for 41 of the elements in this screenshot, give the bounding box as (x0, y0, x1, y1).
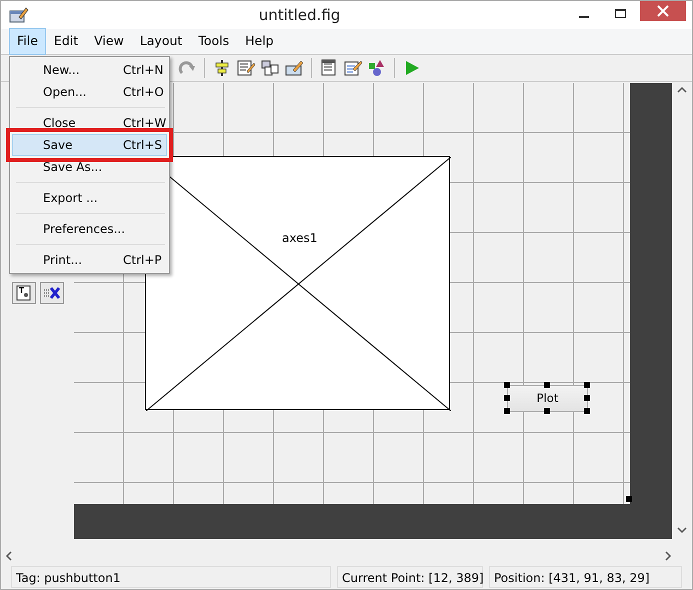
selection-handle[interactable] (544, 382, 550, 388)
resize-handle[interactable] (626, 496, 632, 502)
selection-handle[interactable] (544, 408, 550, 414)
menu-option[interactable]: Export ... (12, 187, 167, 209)
close-icon[interactable] (640, 1, 686, 21)
shapes-icon[interactable] (367, 59, 387, 78)
scroll-up-icon[interactable] (677, 86, 687, 94)
plot-button[interactable]: Plot (507, 385, 588, 412)
window-title: untitled.fig (258, 6, 340, 24)
property-inspector-icon[interactable] (343, 59, 363, 78)
selection-handle[interactable] (504, 395, 510, 402)
app-icon (9, 6, 29, 24)
menu-item[interactable]: Tools (190, 28, 238, 55)
menu-option[interactable]: Open... Ctrl+O (12, 81, 167, 103)
menu-item[interactable]: Layout (132, 28, 190, 55)
selection-handle[interactable] (504, 408, 510, 414)
menu-option[interactable]: Preferences... (12, 218, 167, 240)
menu-option[interactable]: Save As... (12, 156, 167, 178)
menu-option[interactable]: New... Ctrl+N (12, 59, 167, 81)
menu-option[interactable]: Print... Ctrl+P (12, 249, 167, 271)
toolbar-editor-icon[interactable] (284, 59, 304, 78)
menu-option[interactable]: Close Ctrl+W (12, 112, 167, 134)
scroll-left-icon[interactable] (5, 550, 13, 561)
static-text-icon[interactable] (12, 282, 36, 304)
selection-handle[interactable] (584, 408, 590, 414)
menu-editor-icon[interactable] (236, 59, 256, 78)
scroll-down-icon[interactable] (677, 526, 687, 534)
selection-handle[interactable] (584, 395, 590, 402)
axes-label: axes1 (282, 230, 318, 248)
status-current-point: Current Point: [12, 389] (337, 566, 483, 588)
selection-handle[interactable] (584, 382, 590, 388)
menu-item[interactable]: Edit (46, 28, 86, 55)
menu-item[interactable]: Help (237, 28, 282, 55)
scroll-right-icon[interactable] (664, 550, 672, 561)
menu-item[interactable]: File (9, 28, 46, 55)
status-tag: Tag: pushbutton1 (11, 566, 331, 588)
status-position: Position: [431, 91, 83, 29] (489, 566, 682, 588)
selection-handle[interactable] (504, 382, 510, 388)
tab-order-icon[interactable] (260, 59, 280, 78)
menu-item[interactable]: View (86, 28, 132, 55)
axes-tool-icon[interactable] (40, 282, 64, 304)
